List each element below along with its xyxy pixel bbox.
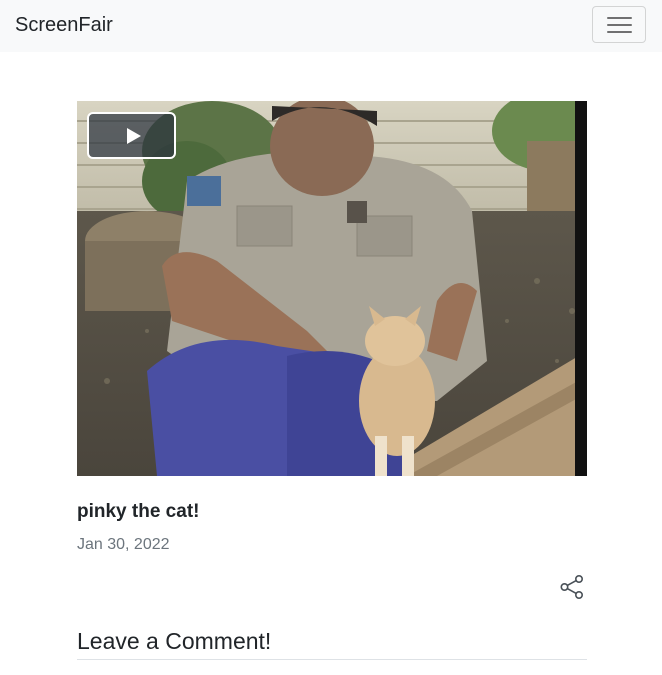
brand-logo-link[interactable]: ScreenFair xyxy=(15,12,113,38)
play-icon xyxy=(127,128,141,144)
post-date: Jan 30, 2022 xyxy=(77,536,170,553)
video-player[interactable] xyxy=(77,101,587,476)
share-icon[interactable] xyxy=(559,574,585,600)
comments-heading: Leave a Comment! xyxy=(77,628,272,654)
navbar-toggler-button[interactable] xyxy=(592,6,646,43)
post-title: pinky the cat! xyxy=(77,501,200,522)
divider xyxy=(77,659,587,660)
play-button[interactable] xyxy=(87,112,176,159)
navbar: ScreenFair xyxy=(0,0,662,52)
